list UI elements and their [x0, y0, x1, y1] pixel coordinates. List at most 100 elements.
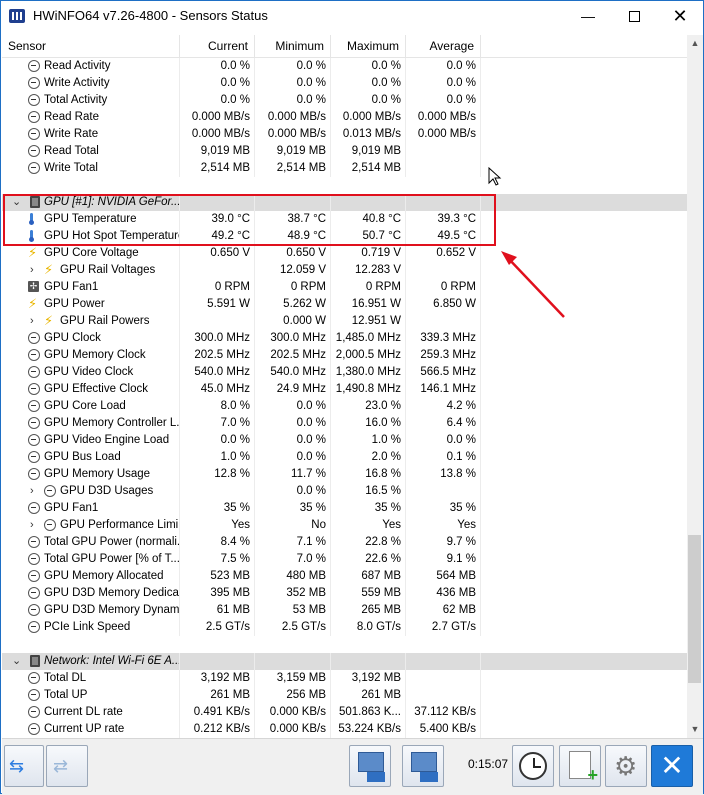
minimize-button[interactable]: —: [565, 1, 611, 31]
sensor-name-cell: GPU Video Engine Load: [2, 432, 180, 449]
table-row[interactable]: GPU D3D Memory Dedica... 395 MB 352 MB 559 …: [2, 585, 687, 602]
minimum-value: 0.0 %: [255, 432, 331, 449]
maximum-value: 8.0 GT/s: [331, 619, 406, 636]
table-row[interactable]: Read Rate 0.000 MB/s 0.000 MB/s 0.000 MB/s 0…: [2, 109, 687, 126]
sensor-group-row[interactable]: ⌄ Network: Intel Wi-Fi 6E A...: [2, 653, 687, 670]
logging-button[interactable]: [559, 745, 601, 787]
maximum-value: 0.719 V: [331, 245, 406, 262]
sensor-label: Network: Intel Wi-Fi 6E A...: [44, 655, 180, 667]
maximum-value: 265 MB: [331, 602, 406, 619]
expand-chevron-icon[interactable]: ›: [30, 483, 34, 500]
table-row[interactable]: Write Rate 0.000 MB/s 0.000 MB/s 0.013 MB/s…: [2, 126, 687, 143]
highlight-box: [3, 194, 496, 246]
table-row[interactable]: GPU D3D Memory Dynamic 61 MB 53 MB 265 MB 62…: [2, 602, 687, 619]
table-row[interactable]: Read Activity 0.0 % 0.0 % 0.0 % 0.0 %: [2, 58, 687, 75]
table-row[interactable]: PCIe Link Speed 2.5 GT/s 2.5 GT/s 8.0 GT/s 2…: [2, 619, 687, 636]
sensor-clock-icon: [28, 400, 40, 412]
settings-button[interactable]: ⚙: [605, 745, 647, 787]
sensor-name-cell: Read Total: [2, 143, 180, 160]
scroll-up-icon[interactable]: ▲: [687, 35, 703, 52]
table-row[interactable]: Write Activity 0.0 % 0.0 % 0.0 % 0.0 %: [2, 75, 687, 92]
table-row[interactable]: GPU Video Engine Load 0.0 % 0.0 % 1.0 % 0.0 …: [2, 432, 687, 449]
table-row[interactable]: GPU Memory Controller L... 7.0 % 0.0 % 16.0…: [2, 415, 687, 432]
scroll-thumb[interactable]: [688, 535, 701, 683]
table-row[interactable]: GPU Bus Load 1.0 % 0.0 % 2.0 % 0.1 %: [2, 449, 687, 466]
header-current[interactable]: Current: [180, 35, 255, 57]
title-bar[interactable]: HWiNFO64 v7.26-4800 - Sensors Status — ✕: [1, 1, 703, 31]
network-share-button[interactable]: [402, 745, 444, 787]
table-row[interactable]: GPU Video Clock 540.0 MHz 540.0 MHz 1,380.0…: [2, 364, 687, 381]
maximum-value: 1.0 %: [331, 432, 406, 449]
table-row[interactable]: GPU Clock 300.0 MHz 300.0 MHz 1,485.0 MHz 33…: [2, 330, 687, 347]
table-row[interactable]: Total UP 261 MB 256 MB 261 MB: [2, 687, 687, 704]
sensor-name-cell: Total DL: [2, 670, 180, 687]
hwinfo-app-icon: [9, 9, 25, 23]
expand-chevron-icon[interactable]: ›: [30, 313, 34, 330]
average-value: 37.112 KB/s: [406, 704, 481, 721]
minimum-value: 0.0 %: [255, 415, 331, 432]
close-x-icon: ✕: [660, 750, 684, 781]
table-row[interactable]: ⚡ GPU Power 5.591 W 5.262 W 16.951 W 6.850 W: [2, 296, 687, 313]
current-value: 2.5 GT/s: [180, 619, 255, 636]
header-sensor[interactable]: Sensor: [2, 35, 180, 57]
table-row[interactable]: Total GPU Power (normali... 8.4 % 7.1 % 22.…: [2, 534, 687, 551]
header-average[interactable]: Average: [406, 35, 481, 57]
average-value: 0.0 %: [406, 58, 481, 75]
table-row[interactable]: Write Total 2,514 MB 2,514 MB 2,514 MB: [2, 160, 687, 177]
collapse-chevron-icon[interactable]: ⌄: [12, 653, 21, 670]
table-row[interactable]: › GPU Performance Limi... Yes No Yes Yes: [2, 517, 687, 534]
sensor-label: GPU D3D Memory Dynamic: [44, 604, 180, 616]
sensor-clock-icon: [28, 60, 40, 72]
sensor-grid[interactable]: Read Activity 0.0 % 0.0 % 0.0 % 0.0 % Write A…: [2, 58, 687, 738]
column-header: Sensor Current Minimum Maximum Average: [2, 35, 687, 58]
table-row[interactable]: Current DL rate 0.491 KB/s 0.000 KB/s 501.8…: [2, 704, 687, 721]
vertical-scrollbar[interactable]: ▲ ▼: [687, 35, 703, 738]
minimum-value: 11.7 %: [255, 466, 331, 483]
maximum-value: 0.0 %: [331, 92, 406, 109]
minimum-value: 0.0 %: [255, 449, 331, 466]
spacer-row: [2, 177, 687, 194]
table-row[interactable]: GPU Memory Allocated 523 MB 480 MB 687 MB 56…: [2, 568, 687, 585]
table-row[interactable]: GPU Core Load 8.0 % 0.0 % 23.0 % 4.2 %: [2, 398, 687, 415]
navigate-disabled-button[interactable]: ⇄: [46, 745, 88, 787]
table-row[interactable]: Read Total 9,019 MB 9,019 MB 9,019 MB: [2, 143, 687, 160]
table-row[interactable]: › GPU D3D Usages 0.0 % 16.5 %: [2, 483, 687, 500]
current-value: 0.491 KB/s: [180, 704, 255, 721]
sensor-name-cell: Write Total: [2, 160, 180, 177]
minimum-value: 12.059 V: [255, 262, 331, 279]
average-value: 0.1 %: [406, 449, 481, 466]
header-maximum[interactable]: Maximum: [331, 35, 406, 57]
average-value: 0.652 V: [406, 245, 481, 262]
maximize-button[interactable]: [611, 1, 657, 31]
table-row[interactable]: GPU Fan1 35 % 35 % 35 % 35 %: [2, 500, 687, 517]
elapsed-timer: 0:15:07: [468, 757, 509, 771]
table-row[interactable]: Current UP rate 0.212 KB/s 0.000 KB/s 53.22…: [2, 721, 687, 738]
table-row[interactable]: GPU Effective Clock 45.0 MHz 24.9 MHz 1,490…: [2, 381, 687, 398]
current-value: 45.0 MHz: [180, 381, 255, 398]
lightning-bolt-icon: ⚡: [44, 262, 54, 277]
table-row[interactable]: › ⚡ GPU Rail Powers 0.000 W 12.951 W: [2, 313, 687, 330]
expand-chevron-icon[interactable]: ›: [30, 262, 34, 279]
table-row[interactable]: ⚡ GPU Core Voltage 0.650 V 0.650 V 0.719 V 0.…: [2, 245, 687, 262]
current-value: 5.591 W: [180, 296, 255, 313]
scroll-down-icon[interactable]: ▼: [687, 721, 703, 738]
maximum-value: 12.951 W: [331, 313, 406, 330]
table-row[interactable]: GPU Memory Clock 202.5 MHz 202.5 MHz 2,000.…: [2, 347, 687, 364]
network-monitor-button[interactable]: [349, 745, 391, 787]
close-button[interactable]: ✕: [657, 1, 703, 31]
minimum-value: 0.000 KB/s: [255, 704, 331, 721]
navigate-button[interactable]: ⇆: [4, 745, 44, 787]
maximum-value: 12.283 V: [331, 262, 406, 279]
table-row[interactable]: Total GPU Power [% of T... 7.5 % 7.0 % 22.6…: [2, 551, 687, 568]
table-row[interactable]: Total Activity 0.0 % 0.0 % 0.0 % 0.0 %: [2, 92, 687, 109]
reset-clock-button[interactable]: [512, 745, 554, 787]
close-sensors-button[interactable]: ✕: [651, 745, 693, 787]
current-value: 3,192 MB: [180, 670, 255, 687]
table-row[interactable]: Total DL 3,192 MB 3,159 MB 3,192 MB: [2, 670, 687, 687]
expand-chevron-icon[interactable]: ›: [30, 517, 34, 534]
table-row[interactable]: › ⚡ GPU Rail Voltages 12.059 V 12.283 V: [2, 262, 687, 279]
maximum-value: 22.8 %: [331, 534, 406, 551]
table-row[interactable]: ✢ GPU Fan1 0 RPM 0 RPM 0 RPM 0 RPM: [2, 279, 687, 296]
table-row[interactable]: GPU Memory Usage 12.8 % 11.7 % 16.8 % 13.8 %: [2, 466, 687, 483]
header-minimum[interactable]: Minimum: [255, 35, 331, 57]
